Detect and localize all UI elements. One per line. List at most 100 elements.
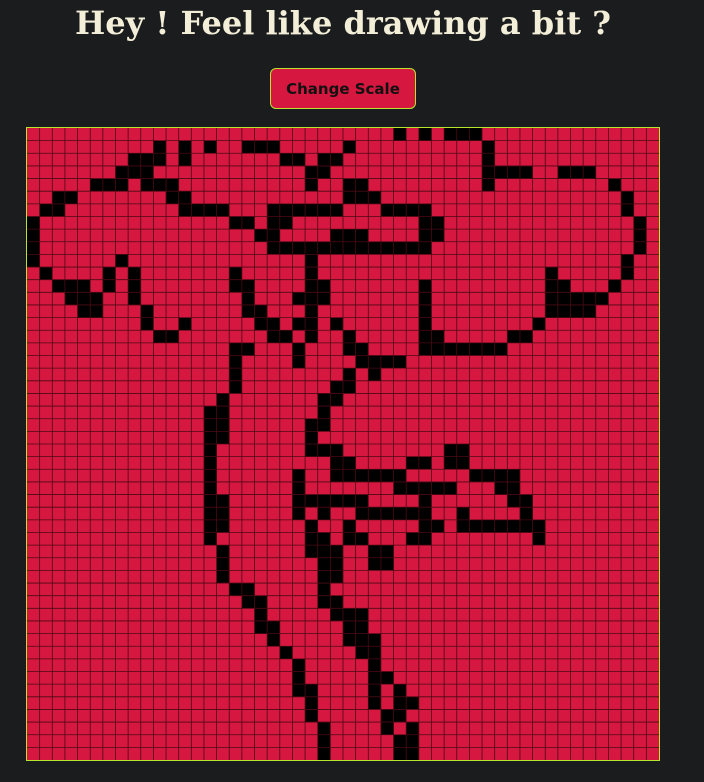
filled-cell[interactable] xyxy=(406,722,419,735)
filled-cell[interactable] xyxy=(330,203,343,217)
filled-cell[interactable] xyxy=(305,684,318,697)
filled-cell[interactable] xyxy=(330,444,343,457)
filled-cell[interactable] xyxy=(343,519,356,533)
filled-cell[interactable] xyxy=(343,494,356,508)
filled-cell[interactable] xyxy=(52,203,65,217)
filled-cell[interactable] xyxy=(380,545,394,558)
filled-cell[interactable] xyxy=(343,241,356,255)
filled-cell[interactable] xyxy=(102,178,116,192)
filled-cell[interactable] xyxy=(380,671,394,685)
filled-cell[interactable] xyxy=(393,355,407,369)
filled-cell[interactable] xyxy=(39,203,53,217)
filled-cell[interactable] xyxy=(203,519,217,533)
filled-cell[interactable] xyxy=(216,557,230,571)
filled-cell[interactable] xyxy=(444,456,457,470)
filled-cell[interactable] xyxy=(380,709,394,723)
filled-cell[interactable] xyxy=(355,355,369,369)
filled-cell[interactable] xyxy=(279,330,293,343)
filled-cell[interactable] xyxy=(343,633,356,647)
filled-cell[interactable] xyxy=(267,330,280,343)
filled-cell[interactable] xyxy=(216,406,230,419)
filled-cell[interactable] xyxy=(216,545,230,558)
filled-cell[interactable] xyxy=(368,658,381,672)
filled-cell[interactable] xyxy=(355,620,369,634)
filled-cell[interactable] xyxy=(216,570,230,584)
filled-cell[interactable] xyxy=(583,292,596,305)
filled-cell[interactable] xyxy=(279,203,293,217)
filled-cell[interactable] xyxy=(203,507,217,520)
filled-cell[interactable] xyxy=(229,583,242,596)
filled-cell[interactable] xyxy=(393,203,407,217)
filled-cell[interactable] xyxy=(355,608,369,621)
filled-cell[interactable] xyxy=(229,216,242,230)
filled-cell[interactable] xyxy=(305,317,318,331)
filled-cell[interactable] xyxy=(317,418,331,432)
filled-cell[interactable] xyxy=(418,216,432,230)
filled-cell[interactable] xyxy=(456,342,470,356)
filled-cell[interactable] xyxy=(27,216,40,230)
filled-cell[interactable] xyxy=(393,507,407,520)
filled-cell[interactable] xyxy=(305,532,318,546)
filled-cell[interactable] xyxy=(305,241,318,255)
filled-cell[interactable] xyxy=(317,557,331,571)
filled-cell[interactable] xyxy=(115,254,129,268)
filled-cell[interactable] xyxy=(456,456,470,470)
filled-cell[interactable] xyxy=(292,671,306,685)
filled-cell[interactable] xyxy=(64,191,78,204)
filled-cell[interactable] xyxy=(305,696,318,710)
filled-cell[interactable] xyxy=(241,292,255,305)
filled-cell[interactable] xyxy=(292,241,306,255)
filled-cell[interactable] xyxy=(52,279,65,293)
filled-cell[interactable] xyxy=(317,393,331,407)
filled-cell[interactable] xyxy=(203,406,217,419)
filled-cell[interactable] xyxy=(241,342,255,356)
filled-cell[interactable] xyxy=(595,292,609,305)
filled-cell[interactable] xyxy=(393,481,407,495)
filled-cell[interactable] xyxy=(317,494,331,508)
filled-cell[interactable] xyxy=(229,342,242,356)
filled-cell[interactable] xyxy=(267,140,280,154)
filled-cell[interactable] xyxy=(27,229,40,242)
filled-cell[interactable] xyxy=(203,456,217,470)
filled-cell[interactable] xyxy=(355,532,369,546)
filled-cell[interactable] xyxy=(469,519,483,533)
filled-cell[interactable] xyxy=(115,165,129,179)
filled-cell[interactable] xyxy=(305,519,318,533)
pixel-grid[interactable] xyxy=(27,128,659,760)
filled-cell[interactable] xyxy=(406,203,419,217)
filled-cell[interactable] xyxy=(203,418,217,432)
filled-cell[interactable] xyxy=(406,507,419,520)
filled-cell[interactable] xyxy=(406,532,419,546)
filled-cell[interactable] xyxy=(64,279,78,293)
filled-cell[interactable] xyxy=(418,128,432,141)
filled-cell[interactable] xyxy=(368,633,381,647)
filled-cell[interactable] xyxy=(418,342,432,356)
filled-cell[interactable] xyxy=(368,557,381,571)
filled-cell[interactable] xyxy=(317,279,331,293)
filled-cell[interactable] xyxy=(343,620,356,634)
filled-cell[interactable] xyxy=(317,722,331,735)
filled-cell[interactable] xyxy=(393,469,407,482)
filled-cell[interactable] xyxy=(317,444,331,457)
filled-cell[interactable] xyxy=(507,481,520,495)
filled-cell[interactable] xyxy=(355,191,369,204)
filled-cell[interactable] xyxy=(166,178,179,192)
filled-cell[interactable] xyxy=(254,140,268,154)
filled-cell[interactable] xyxy=(317,532,331,546)
filled-cell[interactable] xyxy=(343,342,356,356)
filled-cell[interactable] xyxy=(305,418,318,432)
filled-cell[interactable] xyxy=(431,330,445,343)
filled-cell[interactable] xyxy=(216,507,230,520)
filled-cell[interactable] xyxy=(355,507,369,520)
filled-cell[interactable] xyxy=(102,279,116,293)
filled-cell[interactable] xyxy=(532,519,546,533)
filled-cell[interactable] xyxy=(608,279,622,293)
filled-cell[interactable] xyxy=(77,304,91,318)
filled-cell[interactable] xyxy=(153,178,167,192)
filled-cell[interactable] xyxy=(343,380,356,394)
filled-cell[interactable] xyxy=(444,444,457,457)
filled-cell[interactable] xyxy=(583,304,596,318)
filled-cell[interactable] xyxy=(418,241,432,255)
filled-cell[interactable] xyxy=(519,494,533,508)
filled-cell[interactable] xyxy=(305,545,318,558)
